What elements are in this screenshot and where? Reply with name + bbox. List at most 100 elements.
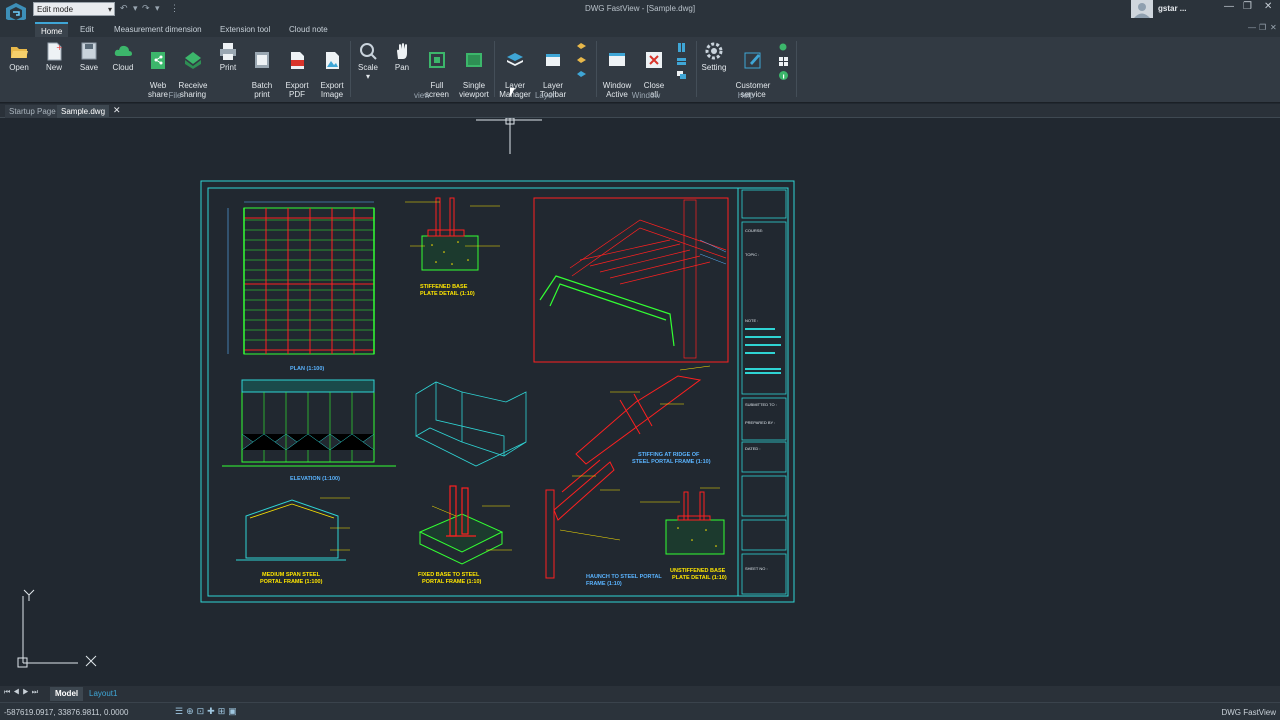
window-icon [607, 50, 627, 70]
fixed-base-label: FIXED BASE TO STEEL PORTAL FRAME (1:10) [418, 572, 482, 585]
group-divider [494, 41, 495, 97]
doc-close-icon[interactable]: ✕ [1270, 23, 1277, 32]
ucs-axis-icon [17, 589, 97, 668]
print-label: Print [219, 63, 237, 72]
title-topic: TOPIC : [745, 252, 759, 257]
tab-extension-tool[interactable]: Extension tool [214, 22, 276, 37]
stiffened-label: STIFFENED BASE PLATE DETAIL (1:10) [420, 284, 475, 297]
maximize-icon[interactable]: ❐ [1243, 1, 1252, 12]
title-prepared-by: PREPARED BY : [745, 420, 775, 425]
cloud-button[interactable]: Cloud [109, 41, 137, 72]
haunch-detail [545, 459, 621, 579]
coordinate-readout: -587619.0917, 33876.9811, 0.0000 [4, 708, 129, 717]
mouse-pointer-icon [510, 88, 515, 97]
setting-label: Setting [701, 63, 727, 72]
new-file-icon: + [44, 41, 64, 61]
medium-span-label: MEDIUM SPAN STEEL PORTAL FRAME (1:100) [260, 572, 323, 585]
menu-bar: Home Edit Measurement dimension Extensio… [0, 20, 1280, 37]
doc-restore-icon[interactable]: ❐ [1259, 23, 1266, 32]
printer-icon [218, 41, 238, 61]
pan-button[interactable]: Pan [388, 41, 416, 72]
plan-label: PLAN (1:100) [290, 366, 324, 372]
new-label: New [45, 63, 62, 72]
user-name[interactable]: gstar ... [1158, 4, 1186, 13]
scale-label: Scale [357, 63, 378, 72]
layer-toolbar-icon [543, 50, 563, 70]
chevron-down-icon: ▾ [365, 72, 370, 81]
tab-edit[interactable]: Edit [74, 22, 100, 37]
close-all-icon [644, 50, 664, 70]
close-tab-icon[interactable]: ✕ [113, 105, 121, 116]
batch-print-icon [252, 50, 272, 70]
print-button[interactable]: Print [214, 41, 242, 72]
tab-model[interactable]: Model [50, 687, 84, 701]
pdf-icon [287, 50, 307, 70]
minimize-icon[interactable]: — [1224, 1, 1234, 12]
group-view: view [413, 91, 430, 100]
new-button[interactable]: + New [40, 41, 68, 72]
haunch-label: HAUNCH TO STEEL PORTAL FRAME (1:10) [586, 574, 662, 587]
save-button[interactable]: Save [75, 41, 103, 72]
apps-icon[interactable] [779, 57, 788, 66]
open-label: Open [9, 63, 29, 72]
portal-frame-3d [533, 197, 729, 363]
doc-minimize-icon[interactable]: — [1248, 23, 1256, 32]
frame-isometric [415, 381, 527, 467]
scale-button[interactable]: Scale ▾ [354, 41, 382, 81]
open-button[interactable]: Open [5, 41, 33, 72]
unstiffened-base-detail [640, 487, 725, 555]
tile-vertical-icon[interactable] [677, 43, 686, 52]
viewport-icon [464, 50, 484, 70]
pan-label: Pan [394, 63, 410, 72]
ribbon: Open + New Save Cloud Web share Receive … [0, 37, 1280, 103]
receive-icon [183, 50, 203, 70]
title-block: COURSE: TOPIC : NOTE : SUBMITTED TO : PR… [741, 189, 787, 595]
user-icon [1134, 3, 1150, 18]
layer-off-icon[interactable] [577, 43, 586, 52]
title-dated: DATED : [745, 446, 760, 451]
image-icon [322, 50, 342, 70]
stiffened-base-detail [405, 197, 500, 271]
tab-startup-page[interactable]: Startup Page [5, 105, 60, 118]
setting-button[interactable]: Setting [700, 41, 728, 72]
edit-icon [743, 50, 763, 70]
drawing-canvas[interactable]: PLAN (1:100) STIFFENED BASE PLATE DETAIL … [0, 88, 1280, 685]
cloud-icon [113, 41, 133, 61]
elevation-label: ELEVATION (1:100) [290, 476, 340, 482]
info-icon[interactable] [779, 71, 788, 80]
tab-sample-dwg[interactable]: Sample.dwg [57, 105, 110, 118]
snap-tools-icon[interactable]: ☰⊕⊡✚⊞▣ [175, 706, 240, 717]
cloud-label: Cloud [112, 63, 134, 72]
group-divider [796, 41, 797, 97]
cad-drawing[interactable]: PLAN (1:100) STIFFENED BASE PLATE DETAIL … [200, 180, 796, 604]
tab-cloud-note[interactable]: Cloud note [283, 22, 334, 37]
group-divider [696, 41, 697, 97]
tab-layout1[interactable]: Layout1 [84, 687, 122, 701]
search-help-icon[interactable] [779, 43, 788, 52]
layers-icon [505, 50, 525, 70]
brand-label: DWG FastView [1221, 708, 1276, 717]
svg-text:+: + [56, 43, 63, 52]
group-window: Window [631, 91, 661, 100]
share-icon [148, 50, 168, 70]
fullscreen-icon [427, 50, 447, 70]
layer-freeze-icon[interactable] [577, 71, 586, 80]
cascade-icon[interactable] [677, 71, 686, 80]
tab-home[interactable]: Home [35, 22, 69, 37]
zoom-icon [358, 41, 378, 61]
tab-nav-icon[interactable]: ⏮◀▶⏭ [4, 689, 41, 697]
title-note: NOTE : [745, 318, 758, 323]
layer-lock-icon[interactable] [577, 57, 586, 66]
avatar[interactable] [1131, 0, 1153, 18]
save-label: Save [79, 63, 99, 72]
unstiffened-label: UNSTIFFENED BASE PLATE DETAIL (1:10) [670, 568, 727, 581]
elevation-view [222, 379, 396, 467]
title-bar: Edit mode ▾ ↶ ▾ ↷ ▾ ⋮ DWG FastView - [Sa… [0, 0, 1280, 24]
tile-horizontal-icon[interactable] [677, 57, 686, 66]
close-icon[interactable]: ✕ [1264, 1, 1272, 12]
folder-open-icon [9, 41, 29, 61]
tab-measurement-dimension[interactable]: Measurement dimension [108, 22, 208, 37]
layout-tabs: ⏮◀▶⏭ Model Layout1 [0, 686, 1280, 702]
document-tabs: Startup Page Sample.dwg ✕ [0, 104, 1280, 118]
medium-span-frame [236, 497, 350, 561]
